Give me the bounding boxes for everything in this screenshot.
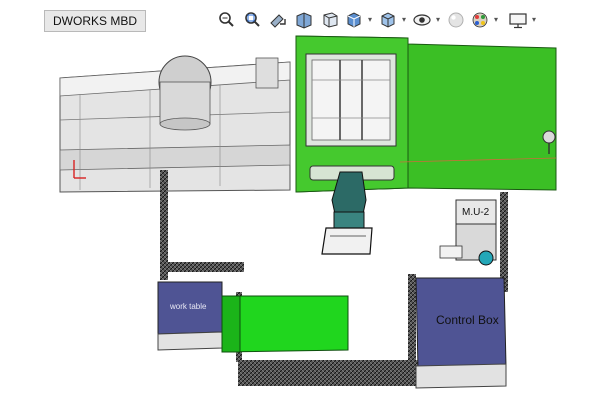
graphics-area[interactable] xyxy=(0,0,600,400)
conveyor xyxy=(221,295,349,353)
control-box-label: Control Box xyxy=(436,313,499,327)
control-box xyxy=(415,277,507,389)
work-table-label: work table xyxy=(170,302,207,311)
mu-label: M.U-2 xyxy=(462,207,490,218)
work-table xyxy=(157,281,223,351)
machine-green-unit xyxy=(295,35,557,193)
machine-body xyxy=(59,55,291,193)
